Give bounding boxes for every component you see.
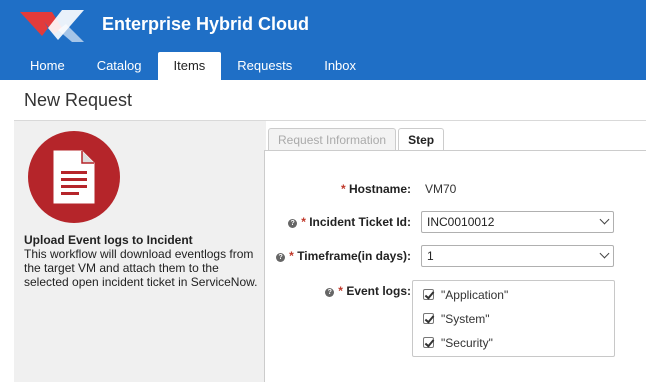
tab-request-information[interactable]: Request Information <box>268 128 397 150</box>
help-icon[interactable]: ? <box>325 288 335 297</box>
hostname-value: VM70 <box>425 182 457 196</box>
ticket-select[interactable]: INC0010012 <box>421 211 614 233</box>
eventlogs-checklist: "Application" "System" "Security" <box>412 280 615 357</box>
required-star: * <box>301 215 310 229</box>
eventlogs-label: ? * Event logs: <box>325 284 411 298</box>
brand-logo-icon[interactable] <box>18 6 88 46</box>
required-star: * <box>289 249 298 263</box>
help-icon[interactable]: ? <box>276 253 286 262</box>
chevron-down-icon <box>599 214 610 225</box>
timeframe-select[interactable]: 1 <box>421 245 614 267</box>
chevron-down-icon <box>599 248 610 259</box>
ticket-row: ? * Incident Ticket Id: INC0010012 <box>265 211 645 233</box>
checkbox-checked-icon[interactable] <box>423 313 434 324</box>
step-form: * Hostname: VM70 ? * Incident Ticket Id: … <box>264 150 646 382</box>
item-title: Upload Event logs to Incident <box>24 233 193 247</box>
brand-title: Enterprise Hybrid Cloud <box>102 14 310 34</box>
item-description-block: Upload Event logs to Incident This workf… <box>24 233 264 289</box>
content-panel: New Request Upload Event logs to Inciden… <box>0 80 646 382</box>
item-description: This workflow will download eventlogs fr… <box>24 247 258 289</box>
main-nav: Home Catalog Items Requests Inbox <box>14 52 372 80</box>
item-summary-panel: Upload Event logs to Incident This workf… <box>14 121 266 382</box>
nav-items[interactable]: Items <box>157 52 222 80</box>
hostname-label: * Hostname: <box>340 182 411 196</box>
nav-inbox[interactable]: Inbox <box>308 52 372 80</box>
document-icon <box>28 131 120 223</box>
hostname-row: * Hostname: VM70 <box>265 178 645 200</box>
checkbox-checked-icon[interactable] <box>423 337 434 348</box>
tab-step[interactable]: Step <box>398 128 445 150</box>
timeframe-label: ? * Timeframe(in days): <box>276 249 411 263</box>
required-star: * <box>340 182 349 196</box>
request-tabs: Request Information Step <box>268 128 446 150</box>
nav-home[interactable]: Home <box>14 52 81 80</box>
nav-requests[interactable]: Requests <box>221 52 308 80</box>
nav-catalog[interactable]: Catalog <box>81 52 158 80</box>
checkbox-checked-icon[interactable] <box>423 289 434 300</box>
ticket-label: ? * Incident Ticket Id: <box>288 215 411 229</box>
help-icon[interactable]: ? <box>288 219 298 228</box>
page-title: New Request <box>24 90 133 110</box>
top-header: Enterprise Hybrid Cloud Home Catalog Ite… <box>0 0 646 80</box>
timeframe-row: ? * Timeframe(in days): 1 <box>265 245 645 267</box>
